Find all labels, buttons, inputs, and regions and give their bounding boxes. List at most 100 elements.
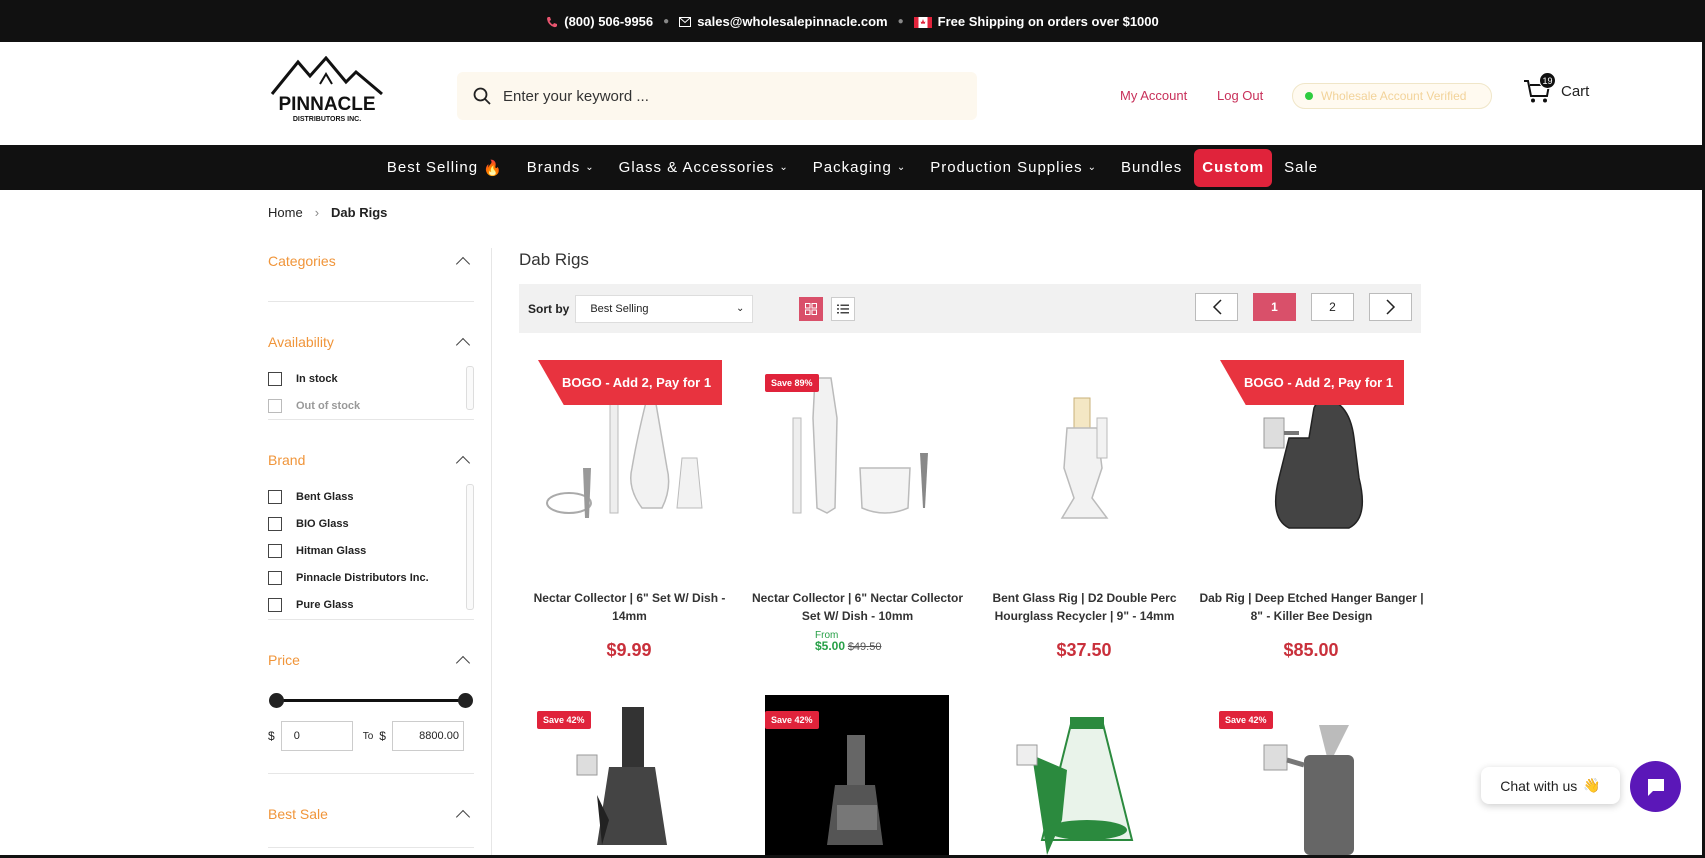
- checkbox[interactable]: [268, 371, 282, 386]
- compare-price: $49.50: [847, 641, 882, 653]
- checkbox[interactable]: [268, 597, 282, 612]
- product-card[interactable]: Save 42%: [537, 695, 721, 855]
- page-2-button[interactable]: 2: [1311, 293, 1354, 321]
- price-max-input[interactable]: 8800.00: [391, 721, 464, 751]
- nav-sale[interactable]: Sale: [1272, 149, 1330, 187]
- phone-link[interactable]: (800) 506-9956: [546, 14, 653, 29]
- product-name[interactable]: Dab Rig | Deep Etched Hanger Banger | 8"…: [1198, 589, 1425, 625]
- prev-page-button[interactable]: [1195, 293, 1238, 321]
- filter-brand-hitman-glass[interactable]: Hitman Glass: [268, 537, 474, 564]
- chat-with-us-bubble[interactable]: Chat with us 👋: [1481, 767, 1620, 804]
- nav-best-selling[interactable]: Best Selling 🔥: [375, 149, 515, 187]
- checkbox[interactable]: [268, 489, 282, 504]
- filter-best-sale-toggle[interactable]: Best Sale: [268, 791, 474, 837]
- checkbox[interactable]: [268, 570, 282, 585]
- grid-icon: [805, 302, 818, 315]
- sale-badge: Save 89%: [765, 374, 819, 392]
- product-card[interactable]: [992, 695, 1176, 855]
- checkbox[interactable]: [268, 398, 282, 413]
- svg-text:PINNACLE: PINNACLE: [278, 94, 375, 115]
- checkbox[interactable]: [268, 543, 282, 558]
- search-placeholder: Enter your keyword ...: [503, 87, 649, 105]
- email-link[interactable]: sales@wholesalepinnacle.com: [679, 14, 888, 29]
- sort-label: Sort by: [528, 301, 570, 316]
- product-price: From $5.00 $49.50: [815, 630, 882, 653]
- filter-out-of-stock[interactable]: Out of stock: [268, 392, 474, 419]
- filter-in-stock[interactable]: In stock: [268, 365, 474, 392]
- filter-brand-toggle[interactable]: Brand: [268, 437, 474, 483]
- chevron-down-icon: ⌄: [735, 303, 745, 314]
- list-view-button[interactable]: [831, 296, 856, 321]
- chevron-up-icon: [455, 455, 471, 471]
- cart-button[interactable]: 19 Cart: [1523, 72, 1589, 104]
- filter-brand-pure-glass[interactable]: Pure Glass: [268, 591, 474, 618]
- product-image[interactable]: [992, 358, 1176, 548]
- chevron-down-icon: ⌄: [1087, 162, 1098, 173]
- nav-glass-accessories[interactable]: Glass & Accessories ⌄: [607, 149, 801, 187]
- nav-custom[interactable]: Custom: [1194, 148, 1273, 187]
- chevron-up-icon: [455, 337, 471, 353]
- filter-brand: Brand Bent Glass BIO Glass Hitman Glass …: [268, 420, 474, 620]
- divider: [491, 248, 492, 858]
- recycler-rig-image: [1060, 397, 1109, 519]
- promo-badge: BOGO - Add 2, Pay for 1: [538, 360, 722, 405]
- grid-view-button[interactable]: [799, 296, 824, 321]
- filter-availability: Availability In stock Out of stock: [268, 302, 474, 420]
- log-out-link[interactable]: Log Out: [1217, 88, 1263, 103]
- chevron-up-icon: [455, 655, 471, 671]
- cart-count-badge: 19: [1539, 72, 1556, 89]
- filter-brand-pinnacle[interactable]: Pinnacle Distributors Inc.: [268, 564, 474, 591]
- search-input[interactable]: Enter your keyword ...: [457, 72, 977, 120]
- slider-max-handle[interactable]: [458, 693, 473, 708]
- filter-brand-bent-glass[interactable]: Bent Glass: [268, 483, 474, 510]
- filter-price-toggle[interactable]: Price: [268, 637, 474, 683]
- scrollbar[interactable]: [466, 484, 474, 610]
- sort-select[interactable]: Best Selling ⌄: [575, 294, 754, 323]
- filter-categories: Categories: [268, 238, 474, 302]
- main-nav: Best Selling 🔥 Brands ⌄ Glass & Accessorie…: [0, 145, 1705, 190]
- site-header: PINNACLE DISTRIBUTORS INC. Enter your ke…: [0, 42, 1705, 145]
- product-name[interactable]: Nectar Collector | 6" Nectar Collector S…: [744, 589, 971, 625]
- site-logo[interactable]: PINNACLE DISTRIBUTORS INC.: [268, 55, 386, 124]
- search-icon: [473, 87, 491, 105]
- flame-icon: 🔥: [483, 159, 503, 177]
- chevron-down-icon: ⌄: [585, 162, 595, 173]
- filter-categories-toggle[interactable]: Categories: [268, 238, 474, 284]
- nav-bundles[interactable]: Bundles: [1109, 149, 1194, 187]
- chevron-up-icon: [455, 809, 471, 825]
- my-account-link[interactable]: My Account: [1120, 88, 1187, 103]
- green-cone-rig-image: [1016, 717, 1134, 855]
- scrollbar[interactable]: [466, 366, 474, 410]
- nav-packaging[interactable]: Packaging ⌄: [801, 149, 918, 187]
- chevron-right-icon: [1385, 299, 1395, 315]
- product-card[interactable]: Save 42%: [1219, 695, 1403, 855]
- price-min-input[interactable]: 0: [280, 721, 353, 751]
- price-range-slider[interactable]: [268, 683, 474, 717]
- page-title: Dab Rigs: [519, 250, 589, 269]
- listing-toolbar: Sort by Best Selling ⌄ 1 2: [519, 284, 1421, 333]
- chat-launcher-button[interactable]: [1630, 761, 1681, 812]
- nav-brands[interactable]: Brands ⌄: [515, 149, 607, 187]
- nav-production-supplies[interactable]: Production Supplies ⌄: [918, 149, 1109, 187]
- chevron-down-icon: ⌄: [779, 162, 789, 173]
- product-name[interactable]: Nectar Collector | 6" Set W/ Dish - 14mm: [516, 589, 743, 625]
- product-card[interactable]: Save 42%: [765, 695, 949, 855]
- next-page-button[interactable]: [1369, 293, 1412, 321]
- shipping-notice: Free Shipping on orders over $1000: [913, 14, 1159, 29]
- slider-min-handle[interactable]: [269, 693, 284, 708]
- product-image[interactable]: [992, 695, 1176, 855]
- page-1-button[interactable]: 1: [1253, 293, 1296, 321]
- chevron-right-icon: ›: [314, 205, 320, 220]
- sale-badge: Save 42%: [1219, 711, 1273, 729]
- checkbox[interactable]: [268, 516, 282, 531]
- breadcrumb-home[interactable]: Home: [268, 205, 303, 220]
- sale-badge: Save 42%: [537, 711, 591, 729]
- product-name[interactable]: Bent Glass Rig | D2 Double Perc Hourglas…: [971, 589, 1198, 625]
- filter-sidebar: Categories Availability In stock Out of …: [268, 238, 474, 848]
- chat-icon: [1647, 778, 1664, 796]
- wholesale-verified-badge: Wholesale Account Verified: [1292, 83, 1492, 109]
- filter-availability-toggle[interactable]: Availability: [268, 319, 474, 365]
- chevron-up-icon: [455, 256, 471, 272]
- list-icon: [837, 304, 850, 313]
- filter-brand-bio-glass[interactable]: BIO Glass: [268, 510, 474, 537]
